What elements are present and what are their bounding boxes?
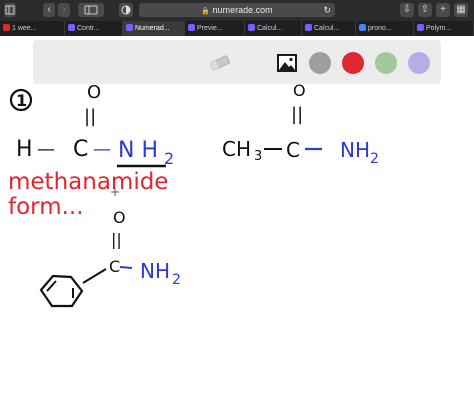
carbon-label: C <box>286 138 300 162</box>
forward-icon[interactable]: › <box>58 3 70 17</box>
tab-label: prono... <box>368 25 392 32</box>
methyl-subscript: 3 <box>254 149 262 164</box>
tab-overview-icon[interactable] <box>78 3 104 17</box>
reload-icon[interactable]: ↻ <box>323 3 331 17</box>
bond-dash: — <box>93 139 111 160</box>
svg-text:1: 1 <box>16 91 27 110</box>
image-icon[interactable] <box>276 52 298 74</box>
color-swatch[interactable] <box>375 52 397 74</box>
tab-label: Calcul... <box>257 25 283 32</box>
eraser-icon[interactable] <box>207 54 233 72</box>
amine-label: NH <box>340 138 370 162</box>
tab-label: Polym... <box>426 25 452 32</box>
crosshair-cursor: + <box>110 185 120 199</box>
address-text: numerade.com <box>212 5 273 15</box>
numerade-icon <box>126 24 133 31</box>
name-line-1: methanamide <box>8 169 168 195</box>
numerade-icon <box>68 24 75 31</box>
lock-icon: 🔒 <box>201 8 211 15</box>
color-swatch[interactable] <box>342 52 364 74</box>
oxygen-label: O <box>293 84 306 100</box>
methyl-label: CH <box>222 137 251 161</box>
hydrogen-label: H <box>16 137 33 162</box>
formamide-structure: O || H — C — N H 2 <box>16 84 174 168</box>
browser-tab[interactable]: Calcul... <box>302 21 356 36</box>
numerade-icon <box>305 24 312 31</box>
back-icon[interactable]: ‹ <box>43 3 55 17</box>
numerade-icon <box>188 24 195 31</box>
browser-tab[interactable]: 1 wee... <box>0 21 65 36</box>
question-number: 1 <box>9 88 33 112</box>
amine-label: N H <box>118 138 158 163</box>
color-swatch[interactable] <box>309 52 331 74</box>
amine-subscript: 2 <box>370 151 379 167</box>
gmail-icon <box>3 24 10 31</box>
double-bond: || <box>111 230 122 249</box>
browser-tab[interactable]: Calcul... <box>245 21 302 36</box>
browser-toolbar: ‹ › 🔒 numerade.com ↻ ⇩ ⇧ + ▦ <box>0 0 474 21</box>
tab-label: Calcul... <box>314 25 340 32</box>
name-line-2: form... <box>8 194 84 220</box>
amine-subscript: 2 <box>172 272 181 288</box>
download-icon[interactable]: ⇩ <box>400 3 414 17</box>
amine-label: NH <box>140 259 170 283</box>
bond-dash: — <box>37 139 55 160</box>
tab-label: Previe... <box>197 25 223 32</box>
browser-tab[interactable]: prono... <box>356 21 414 36</box>
whiteboard-canvas[interactable]: 1 O || H — C — N H 2 methanamide form...… <box>0 84 474 409</box>
oxygen-label: O <box>87 84 101 103</box>
oxygen-label: O <box>113 208 126 227</box>
acetamide-structure: O || CH 3 C NH 2 <box>222 84 379 167</box>
numerade-icon <box>417 24 424 31</box>
browser-tab[interactable]: Polym... <box>414 21 474 36</box>
tab-label: Numerad... <box>135 25 170 32</box>
double-bond: || <box>291 104 303 125</box>
carbon-label: C <box>109 257 120 276</box>
share-icon[interactable]: ⇧ <box>418 3 432 17</box>
browser-tab[interactable]: Contr... <box>65 21 123 36</box>
browser-tab[interactable]: Numerad... <box>123 21 185 36</box>
browser-tab[interactable]: Previe... <box>185 21 245 36</box>
sidebar-toggle-icon[interactable] <box>4 3 16 17</box>
tab-label: Contr... <box>77 25 100 32</box>
numerade-icon <box>248 24 255 31</box>
double-bond: || <box>84 106 96 127</box>
address-bar[interactable]: 🔒 numerade.com ↻ <box>139 3 335 17</box>
google-icon <box>359 24 366 31</box>
color-swatch[interactable] <box>408 52 430 74</box>
compound-name: methanamide form... <box>8 169 168 220</box>
new-tab-icon[interactable]: + <box>436 3 450 17</box>
privacy-shield-icon[interactable] <box>119 3 133 17</box>
carbon-label: C <box>73 137 88 162</box>
tab-grid-icon[interactable]: ▦ <box>454 3 468 17</box>
benzamide-structure: O || C NH 2 <box>39 208 181 308</box>
tab-bar: 1 wee... Contr... Numerad... Previe... Calcu… <box>0 21 474 36</box>
tab-label: 1 wee... <box>12 25 37 32</box>
